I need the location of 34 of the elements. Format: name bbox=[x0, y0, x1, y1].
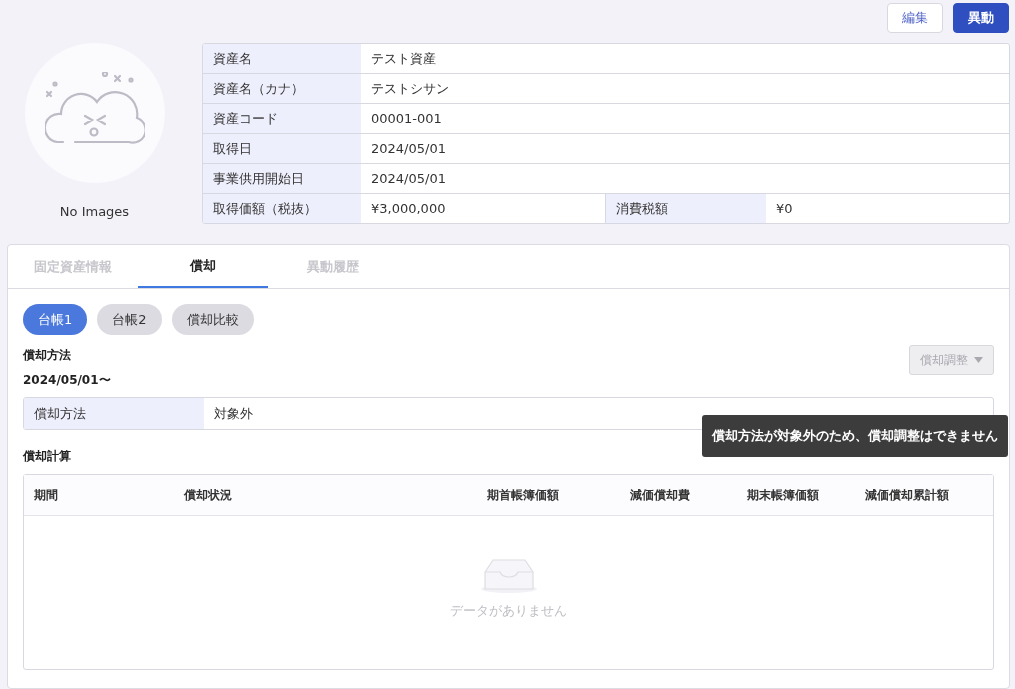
ledger-tab[interactable]: 台帳1 bbox=[23, 304, 88, 335]
column-header: 期首帳簿価額 bbox=[486, 486, 560, 504]
field-label: 事業供用開始日 bbox=[203, 164, 361, 193]
field-label: 資産名（カナ） bbox=[203, 74, 361, 103]
header-button[interactable]: 異動 bbox=[953, 3, 1009, 33]
column-header: 減価償却累計額 bbox=[864, 486, 950, 504]
no-images-caption: No Images bbox=[59, 204, 130, 219]
field-value: 00001-001 bbox=[370, 110, 443, 128]
field-label: 資産コード bbox=[203, 104, 361, 133]
field-label: 資産名 bbox=[203, 44, 361, 73]
field-value: テストシサン bbox=[370, 79, 450, 98]
column-header: 償却状況 bbox=[182, 486, 233, 504]
section-title: 償却計算 bbox=[23, 448, 72, 465]
ledger-tab[interactable]: 台帳2 bbox=[97, 304, 162, 335]
caret-icon bbox=[974, 357, 983, 363]
field-label: 取得日 bbox=[203, 134, 361, 163]
tab[interactable]: 償却 bbox=[138, 245, 268, 288]
field-label: 償却方法 bbox=[24, 398, 204, 429]
header-button[interactable]: 編集 bbox=[887, 3, 943, 33]
field-value: 2024/05/01 bbox=[370, 140, 447, 158]
field-value: 対象外 bbox=[213, 404, 254, 423]
column-header: 減価償却費 bbox=[629, 486, 691, 504]
tooltip: 償却方法が対象外のため、償却調整はできません bbox=[702, 415, 1008, 457]
field-value: ¥0 bbox=[775, 200, 794, 218]
column-header: 期間 bbox=[33, 486, 59, 504]
ledger-tab[interactable]: 償却比較 bbox=[171, 304, 254, 335]
column-header: 期末帳簿価額 bbox=[746, 486, 820, 504]
field-label: 消費税額 bbox=[606, 194, 766, 223]
field-value: 2024/05/01 bbox=[370, 170, 447, 188]
empty-tray-icon bbox=[479, 558, 538, 594]
section-title: 償却方法 bbox=[23, 347, 72, 364]
period-text: 2024/05/01〜 bbox=[23, 372, 111, 389]
field-value: テスト資産 bbox=[370, 49, 437, 68]
field-label: 取得価額（税抜） bbox=[203, 194, 361, 223]
